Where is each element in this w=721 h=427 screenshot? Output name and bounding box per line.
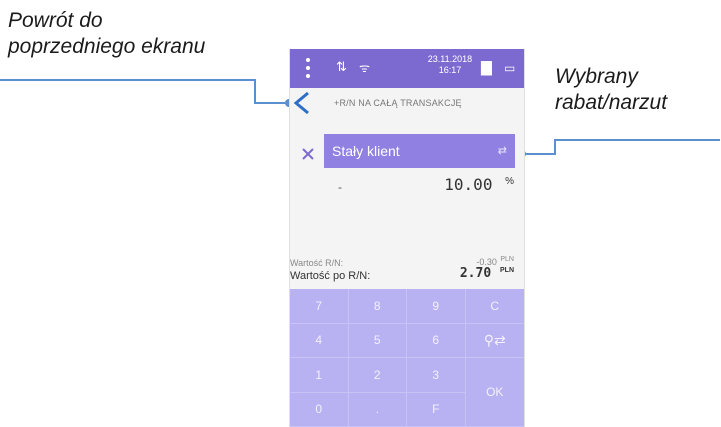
keypad: 7 8 9 C 4 5 6 ⚲⇄ 1 2 3 OK 0 . F xyxy=(290,289,524,427)
printer-icon: ▇ xyxy=(481,60,492,76)
key-f[interactable]: F xyxy=(407,392,466,427)
status-date: 23.11.2018 xyxy=(427,54,473,64)
selected-discount[interactable]: Stały klient ⇄ xyxy=(324,134,515,168)
rn-unit: PLN xyxy=(500,256,514,263)
phone-screen: ⇅ ᯤ 23.11.2018 16:17 ▇ ▭ 🛒 +R/N NA CAŁĄ … xyxy=(289,49,525,427)
key-clear[interactable]: C xyxy=(465,289,524,324)
status-bar: ⇅ ᯤ 23.11.2018 16:17 ▇ ▭ 🛒 xyxy=(290,49,524,88)
after-rn-unit: PLN xyxy=(500,266,514,274)
key-dot[interactable]: . xyxy=(348,392,407,427)
clear-icon[interactable] xyxy=(300,146,316,162)
search-swap-icon: ⚲⇄ xyxy=(483,331,506,348)
annotation-selected-line1: Wybrany xyxy=(555,65,638,88)
rn-label: Wartość R/N: xyxy=(290,258,344,268)
key-8[interactable]: 8 xyxy=(348,289,407,324)
annotation-back-line2: poprzedniego ekranu xyxy=(8,35,206,58)
after-rn-label: Wartość po R/N: xyxy=(290,270,371,282)
leader-line-selected xyxy=(522,139,720,155)
after-rn-value: 2.70 PLN xyxy=(460,266,514,281)
battery-icon: ▭ xyxy=(504,61,516,75)
key-search[interactable]: ⚲⇄ xyxy=(465,324,524,358)
annotation-back-line1: Powrót do xyxy=(8,9,103,32)
key-0[interactable]: 0 xyxy=(290,392,349,427)
percent-sign: % xyxy=(505,175,514,187)
key-6[interactable]: 6 xyxy=(407,323,466,358)
leader-line-back xyxy=(0,79,289,104)
annotation-back: Powrót do poprzedniego ekranu xyxy=(8,8,278,60)
key-4[interactable]: 4 xyxy=(290,323,349,358)
back-icon[interactable] xyxy=(292,91,312,115)
transaction-label: +R/N NA CAŁĄ TRANSAKCJĘ xyxy=(334,98,462,108)
key-ok[interactable]: OK xyxy=(465,358,524,427)
swap-icon[interactable]: ⇄ xyxy=(498,144,507,157)
value-dash: - xyxy=(338,180,342,194)
menu-icon[interactable] xyxy=(306,58,310,78)
date-time: 23.11.2018 16:17 xyxy=(426,54,474,76)
key-3[interactable]: 3 xyxy=(407,358,466,393)
status-time: 16:17 xyxy=(438,65,462,75)
key-9[interactable]: 9 xyxy=(407,289,466,324)
after-rn-value-number: 2.70 xyxy=(459,266,492,281)
key-2[interactable]: 2 xyxy=(348,358,407,393)
annotation-selected-line2: rabat/narzut xyxy=(555,91,668,114)
annotation-selected: Wybrany rabat/narzut xyxy=(555,64,721,116)
key-5[interactable]: 5 xyxy=(348,323,407,358)
discount-value-number: 10.00 xyxy=(444,175,493,194)
key-7[interactable]: 7 xyxy=(290,289,349,324)
key-1[interactable]: 1 xyxy=(290,358,349,393)
discount-value: 10.00 % xyxy=(444,175,514,194)
discount-name: Stały klient xyxy=(332,143,400,159)
signal-icon: ⇅ xyxy=(336,60,347,75)
wifi-icon: ᯤ xyxy=(359,61,370,75)
